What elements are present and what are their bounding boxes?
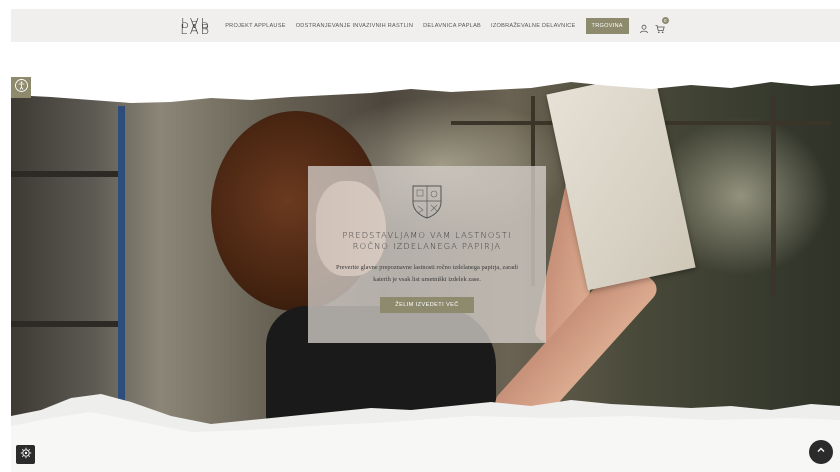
nav-item-projekt-applause[interactable]: PROJEKT APPLAUSE — [225, 23, 285, 29]
hero-title: PREDSTAVLJAMO VAM LASTNOSTI ROČNO IZDELA… — [342, 230, 511, 252]
torn-paper-bottom — [11, 394, 840, 472]
scroll-to-top-button[interactable] — [809, 440, 833, 464]
hero-title-line2: ROČNO IZDELANEGA PAPIRJA — [352, 241, 502, 251]
cart-count-badge: 0 — [661, 16, 669, 24]
torn-paper-top — [11, 76, 840, 103]
cart-icon[interactable]: 0 — [655, 16, 669, 33]
shelf-post — [118, 106, 125, 406]
accessibility-icon — [14, 78, 28, 97]
hero-card: PREDSTAVLJAMO VAM LASTNOSTI ROČNO IZDELA… — [308, 166, 546, 343]
site-header: PAP LAB PROJEKT APPLAUSE ODSTRANJEVANJE … — [11, 9, 840, 42]
chevron-up-icon — [815, 443, 827, 461]
shelf-lower — [11, 321, 121, 327]
header-icons: 0 — [639, 16, 671, 33]
hero-title-line1: PREDSTAVLJAMO VAM LASTNOSTI — [342, 230, 512, 240]
nav-item-izobrazevalne[interactable]: IZOBRAŽEVALNE DELAVNICE — [491, 23, 576, 29]
learn-more-button[interactable]: ŽELIM IZVEDETI VEČ — [380, 297, 474, 313]
window-frame-v2 — [771, 96, 776, 296]
user-icon[interactable] — [639, 21, 649, 33]
crest-icon — [411, 184, 443, 220]
logo-top: PAP — [180, 13, 211, 29]
nav-item-delavnica-paplab[interactable]: DELAVNICA PAPLAB — [423, 23, 481, 29]
site-logo[interactable]: PAP LAB — [180, 13, 211, 37]
cookie-settings-button[interactable] — [16, 445, 35, 464]
nav-item-odstranjevanje[interactable]: ODSTRANJEVANJE INVAZIVNIH RASTLIN — [296, 23, 413, 29]
header-inner: PAP LAB PROJEKT APPLAUSE ODSTRANJEVANJE … — [180, 13, 671, 37]
page: PAP LAB PROJEKT APPLAUSE ODSTRANJEVANJE … — [0, 0, 840, 472]
shelf-upper — [11, 171, 121, 177]
main-nav: PROJEKT APPLAUSE ODSTRANJEVANJE INVAZIVN… — [225, 17, 639, 34]
shop-button[interactable]: TRGOVINA — [585, 17, 629, 34]
hero-description: Preverite glavne prepoznavne lastnosti r… — [335, 264, 519, 283]
cookie-settings-icon — [20, 446, 32, 464]
accessibility-button[interactable] — [11, 77, 31, 98]
